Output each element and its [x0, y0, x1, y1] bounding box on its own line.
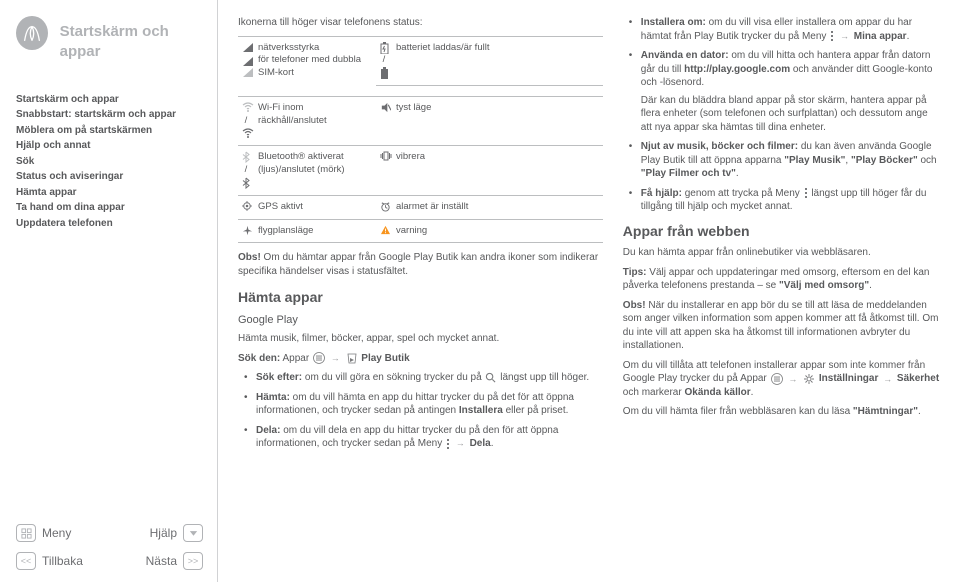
sidebar: Startskärm och appar Startskärm och appa… [0, 0, 218, 582]
airplane-label: flygplansläge [254, 219, 376, 243]
right-bullets: Installera om: om du vill visa eller ins… [623, 16, 940, 214]
bullet-hjalp: Få hjälp: genom att trycka på Meny längs… [633, 187, 940, 214]
silent-label: tyst läge [392, 96, 603, 145]
unknown-sources: Om du vill tillåta att telefonen install… [623, 359, 940, 400]
bluetooth-icon: / [238, 146, 254, 195]
page-title: Startskärm och appar [60, 16, 203, 63]
column-right: Installera om: om du vill visa eller ins… [623, 16, 940, 568]
next-label[interactable]: Nästa [113, 553, 178, 569]
sidebar-item-5[interactable]: Status och aviseringar [16, 170, 203, 184]
bullet-njut: Njut av musik, böcker och filmer: du kan… [633, 140, 940, 181]
tips-note: Tips: Välj appar och uppdateringar med o… [623, 266, 940, 293]
menu-dots-icon [830, 30, 834, 42]
status-row: flygplansläge varning [238, 219, 603, 243]
wifi-label: Wi-Fi inom räckhåll/anslutet [254, 96, 376, 145]
status-row: / Bluetooth® aktiverat (ljus)/anslutet (… [238, 146, 603, 195]
sidebar-item-7[interactable]: Ta hand om dina appar [16, 201, 203, 215]
back-label[interactable]: Tillbaka [42, 553, 107, 569]
sidebar-item-6[interactable]: Hämta appar [16, 186, 203, 200]
obs-install: Obs! När du installerar en app bör du se… [623, 299, 940, 353]
bullet-dela: Dela: om du vill dela en app du hittar t… [248, 424, 603, 451]
webben-p1: Du kan hämta appar från onlinebutiker vi… [623, 246, 940, 260]
wifi-icon: / [238, 96, 254, 145]
bottom-nav: Meny Hjälp << Tillbaka Nästa >> [16, 524, 203, 570]
arrow-icon: → [840, 30, 849, 42]
menu-label[interactable]: Meny [42, 525, 107, 541]
vibrate-icon [376, 146, 392, 195]
sidebar-item-4[interactable]: Sök [16, 155, 203, 169]
appar-webben-heading: Appar från webben [623, 222, 940, 241]
column-middle: Ikonerna till höger visar telefonens sta… [238, 16, 603, 568]
warning-label: varning [392, 219, 603, 243]
sidebar-item-0[interactable]: Startskärm och appar [16, 93, 203, 107]
play-store-icon [346, 352, 358, 364]
dual-sim-label: för telefoner med dubbla SIM-kort [258, 54, 361, 78]
apps-icon [313, 352, 325, 364]
google-play-heading: Google Play [238, 313, 603, 328]
signal-label: nätverksstyrka [258, 42, 319, 53]
alarm-icon [376, 195, 392, 219]
next-icon[interactable]: >> [183, 552, 203, 570]
status-intro: Ikonerna till höger visar telefonens sta… [238, 16, 603, 30]
sidebar-item-1[interactable]: Snabbstart: startskärm och appar [16, 108, 203, 122]
bullet-installera-om: Installera om: om du vill visa eller ins… [633, 16, 940, 43]
sidebar-nav: Startskärm och appar Snabbstart: startsk… [16, 93, 203, 231]
status-row: / Wi-Fi inom räckhåll/anslutet tyst läge [238, 96, 603, 145]
menu-dots-icon [446, 438, 450, 450]
battery-icon: / [376, 36, 392, 85]
gps-label: GPS aktivt [254, 195, 376, 219]
sidebar-item-3[interactable]: Hjälp och annat [16, 139, 203, 153]
gp-bullets: Sök efter: om du vill göra en sökning tr… [238, 371, 603, 451]
arrow-icon: → [331, 352, 340, 364]
sidebar-item-2[interactable]: Möblera om på startskärmen [16, 124, 203, 138]
status-row: GPS aktivt alarmet är inställt [238, 195, 603, 219]
warning-icon [376, 219, 392, 243]
arrow-icon: → [788, 373, 797, 385]
bullet-dator: Använda en dator: om du vill hitta och h… [633, 49, 940, 134]
arrow-icon: → [883, 373, 892, 385]
menu-icon[interactable] [16, 524, 36, 542]
vibrate-label: vibrera [392, 146, 603, 195]
menu-dots-icon [804, 187, 808, 199]
help-label[interactable]: Hjälp [113, 525, 178, 541]
arrow-icon: → [456, 437, 465, 449]
battery-label: batteriet laddas/är fullt [392, 36, 603, 85]
sidebar-item-8[interactable]: Uppdatera telefonen [16, 217, 203, 231]
bullet-sok-efter: Sök efter: om du vill göra en sökning tr… [248, 371, 603, 385]
content: Ikonerna till höger visar telefonens sta… [218, 0, 960, 582]
downloads-ref: Om du vill hämta filer från webbläsaren … [623, 405, 940, 419]
obs-note: Obs! Om du hämtar appar från Google Play… [238, 251, 603, 278]
bullet-hamta: Hämta: om du vill hämta en app du hittar… [248, 391, 603, 418]
bluetooth-label: Bluetooth® aktiverat (ljus)/anslutet (mö… [254, 146, 376, 195]
sok-den: Sök den: Appar → Play Butik [238, 352, 603, 366]
silent-icon [376, 96, 392, 145]
gps-icon [238, 195, 254, 219]
brand-logo [16, 16, 48, 50]
gp-intro: Hämta musik, filmer, böcker, appar, spel… [238, 332, 603, 346]
hamta-appar-heading: Hämta appar [238, 288, 603, 307]
apps-icon [771, 373, 783, 385]
airplane-icon [238, 219, 254, 243]
back-icon[interactable]: << [16, 552, 36, 570]
settings-icon [803, 373, 815, 385]
status-icons-table: nätverksstyrka för telefoner med dubbla … [238, 36, 603, 244]
status-row: nätverksstyrka för telefoner med dubbla … [238, 36, 603, 85]
alarm-label: alarmet är inställt [392, 195, 603, 219]
search-icon [485, 372, 496, 383]
help-icon[interactable] [183, 524, 203, 542]
signal-icon [238, 36, 254, 96]
